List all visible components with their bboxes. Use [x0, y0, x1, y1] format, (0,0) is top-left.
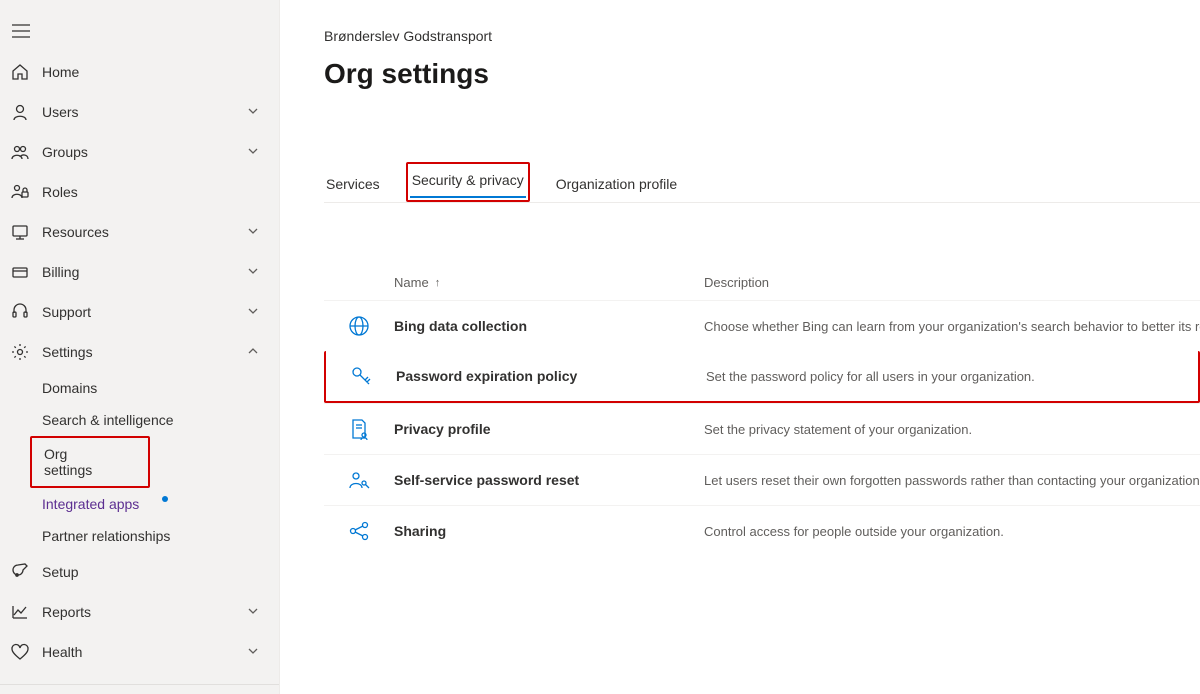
row-name: Self-service password reset — [394, 472, 704, 488]
sidebar-subitem-label: Partner relationships — [42, 528, 170, 544]
settings-row-password-expiration-policy[interactable]: Password expiration policy Set the passw… — [324, 351, 1200, 403]
sidebar-subitem-label: Org settings — [44, 446, 118, 478]
user-icon — [10, 102, 30, 122]
sidebar-item-setup[interactable]: Setup — [0, 552, 279, 592]
home-icon — [10, 62, 30, 82]
sidebar: Home Users Groups Roles Resources Billin… — [0, 0, 280, 694]
sidebar-item-label: Groups — [42, 144, 247, 160]
sidebar-item-settings[interactable]: Settings — [0, 332, 279, 372]
chevron-down-icon — [247, 224, 263, 240]
tab-organization-profile[interactable]: Organization profile — [554, 170, 679, 202]
settings-row-sharing[interactable]: Sharing Control access for people outsid… — [324, 505, 1200, 556]
doc-person-icon — [324, 418, 394, 440]
sidebar-item-label: Setup — [42, 564, 263, 580]
chevron-up-icon — [247, 344, 263, 360]
sidebar-item-label: Support — [42, 304, 247, 320]
chevron-down-icon — [247, 644, 263, 660]
notification-dot-icon — [162, 496, 168, 502]
row-name: Privacy profile — [394, 421, 704, 437]
sidebar-subitem-integrated-apps[interactable]: Integrated apps — [0, 488, 279, 520]
sidebar-subitem-search-intelligence[interactable]: Search & intelligence — [0, 404, 279, 436]
row-description: Control access for people outside your o… — [704, 524, 1200, 539]
sidebar-item-roles[interactable]: Roles — [0, 172, 279, 212]
chevron-down-icon — [247, 604, 263, 620]
column-header-name[interactable]: Name ↑ — [394, 275, 704, 290]
sidebar-item-resources[interactable]: Resources — [0, 212, 279, 252]
sidebar-item-billing[interactable]: Billing — [0, 252, 279, 292]
sidebar-item-health[interactable]: Health — [0, 632, 279, 672]
sidebar-item-label: Billing — [42, 264, 247, 280]
sidebar-item-label: Settings — [42, 344, 247, 360]
tabs: Services Security & privacy Organization… — [324, 162, 1200, 203]
sidebar-subitem-partner-relationships[interactable]: Partner relationships — [0, 520, 279, 552]
setup-icon — [10, 562, 30, 582]
sidebar-item-label: Resources — [42, 224, 247, 240]
sidebar-item-users[interactable]: Users — [0, 92, 279, 132]
table-header: Name ↑ Description — [324, 275, 1200, 300]
row-name: Password expiration policy — [396, 368, 706, 384]
row-description: Choose whether Bing can learn from your … — [704, 319, 1200, 334]
person-key-icon — [324, 469, 394, 491]
globe-icon — [324, 315, 394, 337]
row-description: Set the password policy for all users in… — [706, 369, 1198, 384]
main-content: Brønderslev Godstransport Org settings S… — [280, 0, 1200, 694]
sidebar-subitem-label: Domains — [42, 380, 97, 396]
row-description: Let users reset their own forgotten pass… — [704, 473, 1200, 488]
sidebar-item-label: Reports — [42, 604, 247, 620]
hamburger-icon — [12, 24, 30, 38]
sidebar-subitem-label: Search & intelligence — [42, 412, 174, 428]
chevron-down-icon — [247, 144, 263, 160]
share-icon — [324, 520, 394, 542]
sidebar-item-label: Roles — [42, 184, 263, 200]
column-header-description[interactable]: Description — [704, 275, 1200, 290]
breadcrumb: Brønderslev Godstransport — [324, 28, 1200, 44]
row-description: Set the privacy statement of your organi… — [704, 422, 1200, 437]
sidebar-item-groups[interactable]: Groups — [0, 132, 279, 172]
page-title: Org settings — [324, 58, 1200, 90]
row-name: Bing data collection — [394, 318, 704, 334]
tab-label: Organization profile — [556, 176, 677, 192]
sidebar-item-label: Health — [42, 644, 247, 660]
reports-icon — [10, 602, 30, 622]
sidebar-item-label: Users — [42, 104, 247, 120]
tab-services[interactable]: Services — [324, 170, 382, 202]
roles-icon — [10, 182, 30, 202]
key-icon — [326, 365, 396, 387]
chevron-down-icon — [247, 104, 263, 120]
tab-label: Services — [326, 176, 380, 192]
chevron-down-icon — [247, 264, 263, 280]
sidebar-item-home[interactable]: Home — [0, 52, 279, 92]
sidebar-subitem-org-settings[interactable]: Org settings — [30, 436, 150, 488]
tab-label: Security & privacy — [412, 172, 524, 188]
sidebar-item-support[interactable]: Support — [0, 292, 279, 332]
row-name: Sharing — [394, 523, 704, 539]
chevron-down-icon — [247, 304, 263, 320]
settings-row-self-service-password-reset[interactable]: Self-service password reset Let users re… — [324, 454, 1200, 505]
health-icon — [10, 642, 30, 662]
hamburger-button[interactable] — [0, 16, 279, 52]
sidebar-item-label: Home — [42, 64, 263, 80]
support-icon — [10, 302, 30, 322]
groups-icon — [10, 142, 30, 162]
tab-security-privacy[interactable]: Security & privacy — [410, 166, 526, 198]
settings-row-bing-data-collection[interactable]: Bing data collection Choose whether Bing… — [324, 300, 1200, 351]
admin-centers-heading: Admin centers — [0, 684, 279, 694]
sort-ascending-icon: ↑ — [435, 277, 441, 289]
settings-icon — [10, 342, 30, 362]
settings-row-privacy-profile[interactable]: Privacy profile Set the privacy statemen… — [324, 403, 1200, 454]
sidebar-subitem-label: Integrated apps — [42, 496, 139, 512]
sidebar-subitem-domains[interactable]: Domains — [0, 372, 279, 404]
sidebar-item-reports[interactable]: Reports — [0, 592, 279, 632]
resources-icon — [10, 222, 30, 242]
billing-icon — [10, 262, 30, 282]
